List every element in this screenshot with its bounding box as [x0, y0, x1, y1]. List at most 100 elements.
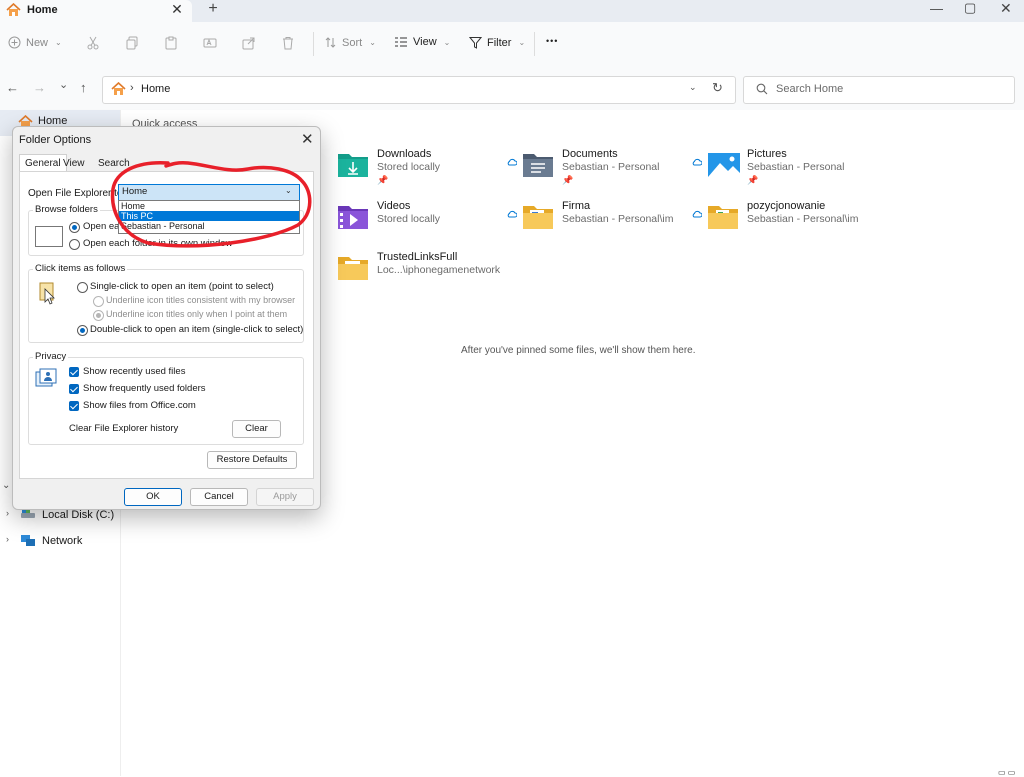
more-options-button[interactable]: ••• — [546, 36, 558, 46]
copy-icon — [125, 36, 139, 50]
tab-close-icon[interactable]: ✕ — [170, 1, 184, 18]
recent-files-empty-message: After you've pinned some files, we'll sh… — [461, 345, 696, 356]
apply-button[interactable]: Apply — [256, 488, 314, 506]
chevron-down-icon: ⌄ — [443, 37, 451, 47]
quick-access-item-documents[interactable]: Documents Sebastian - Personal 📌 — [507, 148, 692, 192]
chevron-down-icon: ⌄ — [55, 38, 62, 47]
restore-defaults-button[interactable]: Restore Defaults — [207, 451, 297, 469]
same-window-radio[interactable] — [69, 222, 80, 233]
clear-history-button[interactable]: Clear — [232, 420, 281, 438]
click-items-group: Click items as follows Single-click to o… — [28, 263, 304, 343]
minimize-button[interactable]: — — [930, 1, 943, 16]
item-name: Firma — [562, 200, 591, 212]
chevron-down-icon: ⌄ — [369, 38, 376, 47]
folder-options-dialog: Folder Options ✕ General View Search Ope… — [12, 126, 321, 510]
item-location: Stored locally — [377, 213, 441, 225]
privacy-icon — [35, 368, 59, 390]
quick-access-item-downloads[interactable]: Downloads Stored locally 📌 — [337, 148, 507, 192]
select-value: Home — [122, 186, 148, 197]
dialog-title: Folder Options — [19, 134, 92, 146]
pin-icon: 📌 — [562, 175, 574, 185]
sort-label: Sort — [342, 36, 363, 49]
quick-access-item-trustedlinksfull[interactable]: TrustedLinksFull Loc...\iphonegamenetwor… — [337, 251, 507, 295]
dropdown-option-sebastian-personal[interactable]: Sebastian - Personal — [119, 221, 299, 231]
double-click-radio[interactable] — [77, 325, 88, 336]
delete-button[interactable] — [281, 36, 295, 50]
quick-access-item-pictures[interactable]: Pictures Sebastian - Personal 📌 — [692, 148, 877, 192]
group-title: Privacy — [33, 351, 69, 362]
videos-folder-icon — [337, 202, 369, 230]
folder-icon — [522, 202, 554, 230]
expand-chevron-icon[interactable]: › — [6, 508, 9, 518]
single-click-radio[interactable] — [77, 282, 88, 293]
home-icon — [111, 82, 126, 96]
folder-icon — [707, 202, 739, 230]
show-office-files-checkbox[interactable] — [69, 401, 79, 411]
open-explorer-dropdown: Home This PC Sebastian - Personal — [118, 200, 300, 234]
dialog-close-icon[interactable]: ✕ — [301, 130, 314, 148]
up-arrow-icon[interactable]: ↑ — [80, 80, 87, 95]
underline-point-label: Underline icon titles only when I point … — [106, 309, 288, 319]
share-button[interactable] — [242, 36, 256, 50]
own-window-radio[interactable] — [69, 239, 80, 250]
item-name: TrustedLinksFull — [377, 251, 458, 263]
view-button[interactable]: View ⌄ — [394, 36, 450, 48]
chevron-down-icon: ⌄ — [285, 186, 292, 195]
back-arrow-icon[interactable]: ← — [6, 80, 19, 95]
browse-folders-illustration-icon — [35, 226, 63, 247]
own-window-label: Open each folder in its own window — [83, 238, 233, 249]
item-location: Sebastian - Personal — [747, 161, 845, 173]
breadcrumb-home[interactable]: Home — [141, 83, 170, 95]
underline-consistent-label: Underline icon titles consistent with my… — [106, 295, 296, 305]
show-frequent-folders-checkbox[interactable] — [69, 384, 79, 394]
item-location: Stored locally — [377, 161, 441, 173]
rename-button[interactable] — [203, 36, 217, 50]
copy-button[interactable] — [125, 36, 139, 50]
quick-access-item-videos[interactable]: Videos Stored locally — [337, 200, 507, 244]
cloud-icon — [506, 210, 517, 218]
underline-point-radio[interactable] — [93, 310, 104, 321]
quick-access-item-pozycjonowanie[interactable]: pozycjonowanie Sebastian - Personal\im — [692, 200, 877, 244]
ok-button[interactable]: OK — [124, 488, 182, 506]
item-location: Sebastian - Personal\im — [747, 213, 859, 225]
address-history-chevron-icon[interactable]: ⌄ — [689, 82, 697, 93]
sort-button[interactable]: Sort ⌄ — [324, 36, 376, 49]
forward-arrow-icon[interactable]: → — [33, 80, 46, 95]
item-name: Documents — [562, 148, 618, 160]
show-recent-files-checkbox[interactable] — [69, 367, 79, 377]
new-label: New — [26, 36, 49, 49]
paste-button[interactable] — [164, 36, 178, 50]
window-close-button[interactable]: ✕ — [1000, 0, 1012, 17]
tab-view[interactable]: View — [58, 155, 90, 172]
tab-home[interactable]: Home ✕ — [0, 0, 192, 22]
refresh-icon[interactable]: ↻ — [712, 80, 723, 96]
clipboard-icon — [164, 36, 178, 50]
address-bar[interactable]: › Home ⌄ ↻ — [102, 76, 736, 104]
filter-label: Filter — [487, 36, 512, 49]
command-bar: New ⌄ Sort ⌄ View ⌄ Filter ⌄ ••• — [0, 22, 1024, 69]
new-tab-button[interactable]: + — [205, 0, 221, 18]
cancel-button[interactable]: Cancel — [190, 488, 248, 506]
open-explorer-select[interactable]: Home ⌄ — [118, 184, 300, 201]
cloud-icon — [691, 158, 702, 166]
underline-consistent-radio[interactable] — [93, 296, 104, 307]
maximize-button[interactable]: ▢ — [964, 0, 976, 16]
new-button[interactable]: New ⌄ — [8, 36, 62, 49]
open-explorer-label: Open File Explorer to: — [28, 188, 126, 199]
recent-locations-icon[interactable]: ⌄ — [59, 78, 68, 91]
item-location: Sebastian - Personal\im — [562, 213, 674, 225]
sidebar-item-network[interactable]: › Network — [0, 530, 120, 552]
tab-search[interactable]: Search — [93, 155, 135, 172]
collapse-chevron-icon[interactable]: ⌄ — [2, 480, 10, 491]
quick-access-item-firma[interactable]: Firma Sebastian - Personal\im — [507, 200, 692, 244]
show-frequent-folders-label: Show frequently used folders — [83, 383, 206, 394]
privacy-group: Privacy Show recently used files Show fr… — [28, 351, 304, 445]
dropdown-option-home[interactable]: Home — [119, 201, 299, 211]
search-input[interactable]: Search Home — [743, 76, 1015, 104]
cut-button[interactable] — [86, 36, 100, 50]
expand-chevron-icon[interactable]: › — [6, 534, 9, 544]
plus-circle-icon — [8, 36, 21, 49]
pointer-click-icon — [39, 282, 57, 306]
dropdown-option-this-pc[interactable]: This PC — [119, 211, 299, 221]
filter-button[interactable]: Filter ⌄ — [469, 36, 525, 49]
